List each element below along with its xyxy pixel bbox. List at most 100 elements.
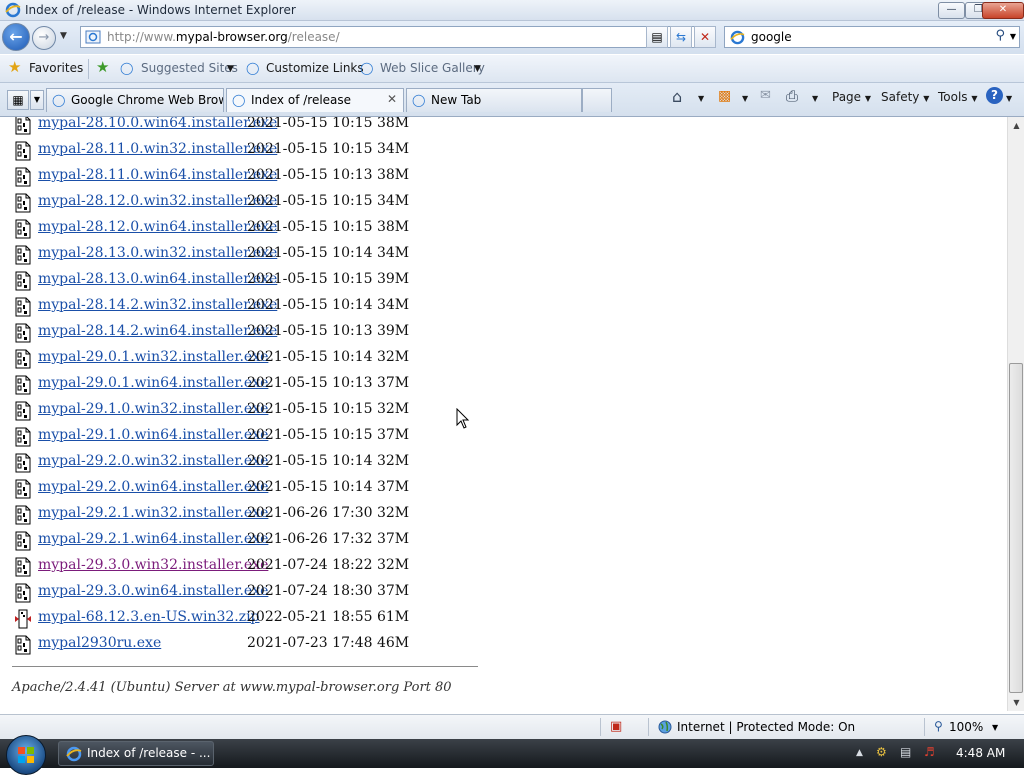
new-tab-button[interactable]	[582, 88, 612, 112]
tab-list-dropdown-icon[interactable]: ▼	[30, 90, 44, 110]
file-link[interactable]: mypal-29.2.1.win32.installer.exe	[38, 505, 268, 521]
popup-blocked-icon[interactable]: ▣	[610, 719, 622, 734]
help-icon[interactable]: ?	[986, 87, 1003, 104]
file-meta: 2021-05-15 10:14 34M	[247, 297, 409, 313]
file-link[interactable]: mypal-28.10.0.win64.installer.exe	[38, 117, 277, 131]
file-link[interactable]: mypal-29.0.1.win64.installer.exe	[38, 375, 268, 391]
title-bar: Index of /release - Windows Internet Exp…	[0, 0, 1024, 21]
file-modified: 2021-05-15 10:15	[247, 141, 373, 157]
file-link[interactable]: mypal-29.3.0.win64.installer.exe	[38, 583, 268, 599]
file-modified: 2021-05-15 10:15	[247, 427, 373, 443]
print-dropdown-icon[interactable]: ▼	[812, 94, 818, 103]
forward-button[interactable]: →	[32, 26, 56, 50]
suggested-sites-icon: ◯	[120, 61, 134, 75]
recent-pages-dropdown-icon[interactable]: ▼	[60, 31, 67, 41]
file-modified: 2021-05-15 10:15	[247, 219, 373, 235]
scrollbar-thumb[interactable]	[1009, 363, 1023, 693]
file-modified: 2021-05-15 10:15	[247, 117, 373, 131]
file-size: 46M	[372, 635, 410, 651]
page-menu[interactable]: Page ▼	[832, 90, 871, 104]
list-item: mypal-29.2.1.win32.installer.exe 2021-06-…	[0, 502, 420, 528]
file-link[interactable]: mypal-28.13.0.win64.installer.exe	[38, 271, 277, 287]
add-to-favorites-icon[interactable]: ★	[96, 58, 109, 76]
clock[interactable]: 4:48 AM	[956, 746, 1005, 760]
home-dropdown-icon[interactable]: ▼	[698, 94, 704, 103]
show-hidden-icons-icon[interactable]: ▲	[856, 748, 863, 758]
binary-file-icon	[15, 427, 31, 447]
refresh-icon[interactable]: ⇆	[670, 26, 692, 48]
close-window-button[interactable]: ✕	[982, 2, 1024, 19]
minimize-button[interactable]: —	[938, 2, 965, 19]
scroll-down-arrow-icon[interactable]: ▼	[1008, 694, 1024, 711]
file-link[interactable]: mypal-28.12.0.win64.installer.exe	[38, 219, 277, 235]
scroll-up-arrow-icon[interactable]: ▲	[1008, 117, 1024, 134]
volume-muted-icon[interactable]: ♬	[924, 745, 935, 759]
file-link[interactable]: mypal-29.1.0.win32.installer.exe	[38, 401, 268, 417]
zoom-dropdown-icon[interactable]: ▼	[992, 723, 998, 732]
file-link[interactable]: mypal-28.12.0.win32.installer.exe	[38, 193, 277, 209]
list-item: mypal-28.13.0.win64.installer.exe 2021-05…	[0, 268, 420, 294]
file-link[interactable]: mypal-28.14.2.win64.installer.exe	[38, 323, 277, 339]
safety-menu[interactable]: Safety ▼	[881, 90, 929, 104]
file-link[interactable]: mypal2930ru.exe	[38, 635, 161, 651]
favlink-web-slice-gallery[interactable]: Web Slice Gallery	[380, 61, 485, 75]
home-icon[interactable]: ⌂	[672, 87, 682, 106]
taskbar-ie-window-button[interactable]: Index of /release - ...	[58, 741, 214, 766]
file-link[interactable]: mypal-68.12.3.en-US.win32.zip	[38, 609, 260, 625]
list-item: mypal-29.1.0.win32.installer.exe 2021-05-…	[0, 398, 420, 424]
suggested-sites-dropdown-icon[interactable]: ▼	[227, 64, 234, 74]
vertical-scrollbar[interactable]: ▲ ▼	[1007, 117, 1024, 711]
quick-tabs-icon[interactable]: ▦	[7, 90, 29, 110]
file-link[interactable]: mypal-29.2.0.win32.installer.exe	[38, 453, 268, 469]
zoom-level[interactable]: 100%	[949, 720, 983, 734]
file-link[interactable]: mypal-29.2.1.win64.installer.exe	[38, 531, 268, 547]
help-dropdown-icon[interactable]: ▼	[1006, 94, 1012, 103]
list-item: mypal2930ru.exe 2021-07-23 17:48 46M	[0, 632, 420, 658]
file-modified: 2021-05-15 10:13	[247, 167, 373, 183]
file-link[interactable]: mypal-29.2.0.win64.installer.exe	[38, 479, 268, 495]
file-modified: 2021-07-24 18:30	[247, 583, 373, 599]
favlink-customize-links[interactable]: Customize Links	[266, 61, 364, 75]
file-link[interactable]: mypal-28.13.0.win32.installer.exe	[38, 245, 277, 261]
tab-label: Index of /release	[251, 93, 352, 107]
favorites-star-icon: ★	[8, 58, 22, 76]
feeds-dropdown-icon[interactable]: ▼	[742, 94, 748, 103]
tab-google-chrome[interactable]: ◯ Google Chrome Web Brow...	[46, 88, 224, 112]
archive-file-icon	[15, 609, 31, 629]
start-button[interactable]	[6, 735, 46, 775]
read-mail-icon[interactable]: ✉	[760, 88, 771, 103]
tab-index-of-release[interactable]: ◯ Index of /release ✕	[226, 88, 404, 112]
favorites-button[interactable]: Favorites	[29, 61, 83, 75]
file-link[interactable]: mypal-29.3.0.win32.installer.exe	[38, 557, 268, 573]
file-size: 38M	[372, 117, 410, 131]
tab-new-tab[interactable]: ◯ New Tab	[406, 88, 582, 112]
stop-icon[interactable]: ✕	[694, 26, 716, 48]
web-slice-dropdown-icon[interactable]: ▼	[474, 64, 481, 74]
binary-file-icon	[15, 635, 31, 655]
file-link[interactable]: mypal-28.11.0.win32.installer.exe	[38, 141, 277, 157]
file-link[interactable]: mypal-29.0.1.win32.installer.exe	[38, 349, 268, 365]
feeds-icon[interactable]: ▩	[718, 88, 731, 104]
file-link[interactable]: mypal-28.14.2.win32.installer.exe	[38, 297, 277, 313]
search-options-dropdown-icon[interactable]: ▼	[1010, 32, 1016, 41]
safely-remove-hardware-icon[interactable]: ⚙	[876, 745, 887, 759]
back-button[interactable]: ←	[2, 23, 30, 51]
close-tab-icon[interactable]: ✕	[387, 92, 397, 106]
file-link[interactable]: mypal-29.1.0.win64.installer.exe	[38, 427, 268, 443]
favlink-suggested-sites[interactable]: Suggested Sites	[141, 61, 238, 75]
print-icon[interactable]: ⎙	[786, 87, 798, 105]
tools-menu[interactable]: Tools ▼	[938, 90, 978, 104]
file-meta: 2021-05-15 10:13 37M	[247, 375, 409, 391]
compatibility-view-icon[interactable]: ▤	[646, 26, 668, 48]
divider	[648, 718, 649, 736]
divider	[600, 718, 601, 736]
address-bar[interactable]: http://www.mypal-browser.org/release/ ▼	[80, 26, 716, 48]
file-modified: 2021-05-15 10:15	[247, 271, 373, 287]
file-link[interactable]: mypal-28.11.0.win64.installer.exe	[38, 167, 277, 183]
security-zone-label[interactable]: Internet | Protected Mode: On	[677, 720, 855, 734]
search-icon[interactable]: ⚲	[995, 28, 1005, 43]
internet-zone-globe-icon	[658, 720, 672, 734]
network-icon[interactable]: ▤	[900, 745, 911, 759]
file-modified: 2021-05-15 10:14	[247, 349, 373, 365]
search-box[interactable]: google ⚲ ▼	[724, 26, 1020, 48]
